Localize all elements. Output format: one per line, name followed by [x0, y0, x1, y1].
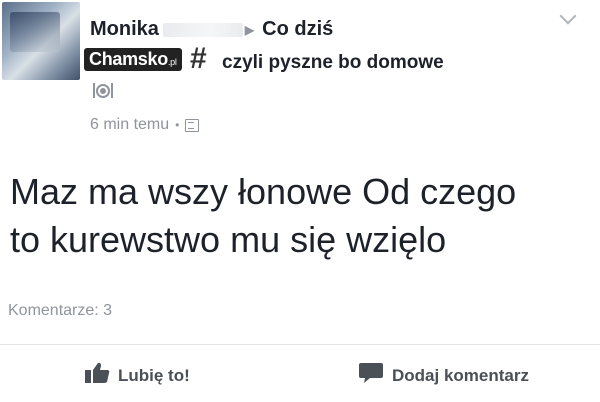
meta-separator: •: [175, 118, 180, 132]
redacted-surname: [162, 22, 243, 37]
watermark-text: Chamsko: [89, 49, 168, 69]
post-card: Monika ▶ Co dziś Chamsko.pl # czyli pysz…: [0, 0, 600, 402]
speech-bubble-icon: [358, 362, 384, 389]
post-meta: 6 min temu •: [90, 116, 200, 134]
avatar-image: [10, 12, 60, 52]
chevron-down-icon[interactable]: [559, 7, 577, 25]
timestamp[interactable]: 6 min temu: [90, 116, 169, 134]
friends-privacy-icon[interactable]: [185, 118, 200, 132]
post-text: Maz ma wszy łonowe Od czego to kurewstwo…: [10, 168, 590, 264]
post-topic[interactable]: Co dziś: [262, 18, 333, 41]
add-comment-button[interactable]: Dodaj komentarz: [358, 362, 529, 389]
post-text-line-2: to kurewstwo mu się wzięlo: [10, 219, 447, 260]
like-label: Lubię to!: [118, 365, 190, 385]
comments-count[interactable]: Komentarze: 3: [8, 302, 112, 320]
like-button[interactable]: Lubię to!: [84, 362, 190, 389]
dining-icon: [92, 80, 114, 104]
post-header: Monika ▶ Co dziś: [90, 18, 333, 41]
watermark-suffix: .pl: [167, 57, 177, 67]
divider: [0, 344, 600, 345]
author-avatar[interactable]: [2, 2, 80, 80]
arrow-right-icon: ▶: [244, 22, 255, 37]
activity-text: czyli pyszne bo domowe: [222, 52, 444, 73]
hash-icon: #: [190, 42, 207, 75]
post-text-line-1: Maz ma wszy łonowe Od czego: [10, 171, 517, 212]
add-comment-label: Dodaj komentarz: [392, 365, 529, 385]
author-name[interactable]: Monika: [90, 18, 159, 41]
thumbs-up-icon: [84, 362, 110, 389]
watermark-logo: Chamsko.pl: [84, 48, 182, 71]
